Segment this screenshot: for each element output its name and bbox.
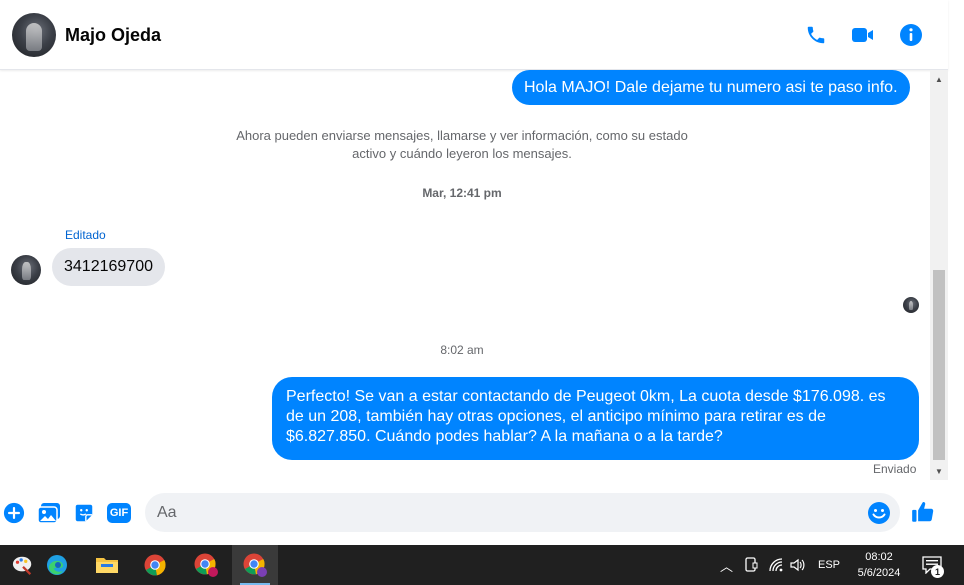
clock-time: 08:02 (865, 551, 893, 563)
scroll-thumb[interactable] (933, 270, 945, 460)
message-text-line: Perfecto! Se van a estar contactando de … (286, 388, 886, 405)
outgoing-message[interactable]: Hola MAJO! Dale dejame tu numero asi te … (512, 70, 910, 105)
tray-chevron-up-icon[interactable]: ︿ (720, 556, 733, 575)
chat-scrollbar[interactable]: ▲ ▼ (930, 70, 948, 480)
tray-device-icon[interactable] (744, 557, 758, 578)
video-camera-icon[interactable] (850, 22, 876, 48)
incoming-message[interactable]: 3412169700 (52, 248, 165, 286)
info-icon[interactable] (898, 22, 924, 48)
taskbar-clock[interactable]: 08:02 5/6/2024 (850, 549, 908, 581)
sender-avatar[interactable] (11, 255, 41, 285)
file-explorer-icon[interactable] (84, 545, 130, 585)
chrome-icon[interactable] (132, 545, 178, 585)
message-text-line: de un 208, también hay otras opciones, e… (286, 408, 826, 425)
sticker-icon[interactable] (72, 501, 96, 525)
thumbs-up-icon[interactable] (910, 499, 936, 525)
volume-icon[interactable] (790, 557, 806, 578)
language-indicator[interactable]: ESP (818, 559, 840, 571)
wifi-icon[interactable] (768, 557, 784, 578)
edited-label[interactable]: Editado (65, 228, 106, 242)
chat-header: Majo Ojeda (0, 0, 948, 70)
phone-icon[interactable] (803, 22, 829, 48)
scroll-down-arrow-icon[interactable]: ▼ (930, 462, 948, 480)
notification-count-badge: 1 (931, 565, 944, 578)
emoji-icon[interactable] (867, 501, 891, 525)
clock-date: 5/6/2024 (857, 567, 901, 579)
message-input[interactable] (145, 493, 900, 532)
message-text: Hola MAJO! Dale dejame tu numero asi te … (524, 79, 898, 96)
chrome-profile-icon[interactable] (183, 545, 229, 585)
outgoing-message[interactable]: Perfecto! Se van a estar contactando de … (272, 377, 919, 460)
notification-center-icon[interactable]: 1 (922, 556, 944, 578)
sent-status: Enviado (873, 462, 917, 476)
read-receipt-avatar (903, 297, 919, 313)
photo-icon[interactable] (37, 501, 61, 525)
contact-name[interactable]: Majo Ojeda (65, 25, 161, 46)
system-notice: Ahora pueden enviarse mensajes, llamarse… (236, 128, 688, 161)
edge-icon[interactable] (34, 545, 80, 585)
chrome-active-icon[interactable] (232, 545, 278, 585)
plus-circle-icon[interactable] (2, 501, 26, 525)
gif-icon[interactable]: GIF (106, 501, 132, 525)
message-text: 3412169700 (64, 258, 153, 275)
message-timestamp: 8:02 am (440, 343, 484, 357)
message-timestamp: Mar, 12:41 pm (422, 186, 502, 200)
windows-taskbar: ︿ ESP (0, 545, 964, 585)
scroll-up-arrow-icon[interactable]: ▲ (930, 70, 948, 88)
contact-avatar[interactable] (12, 13, 56, 57)
message-text-line: $6.827.850. Cuándo podes hablar? A la ma… (286, 428, 723, 445)
